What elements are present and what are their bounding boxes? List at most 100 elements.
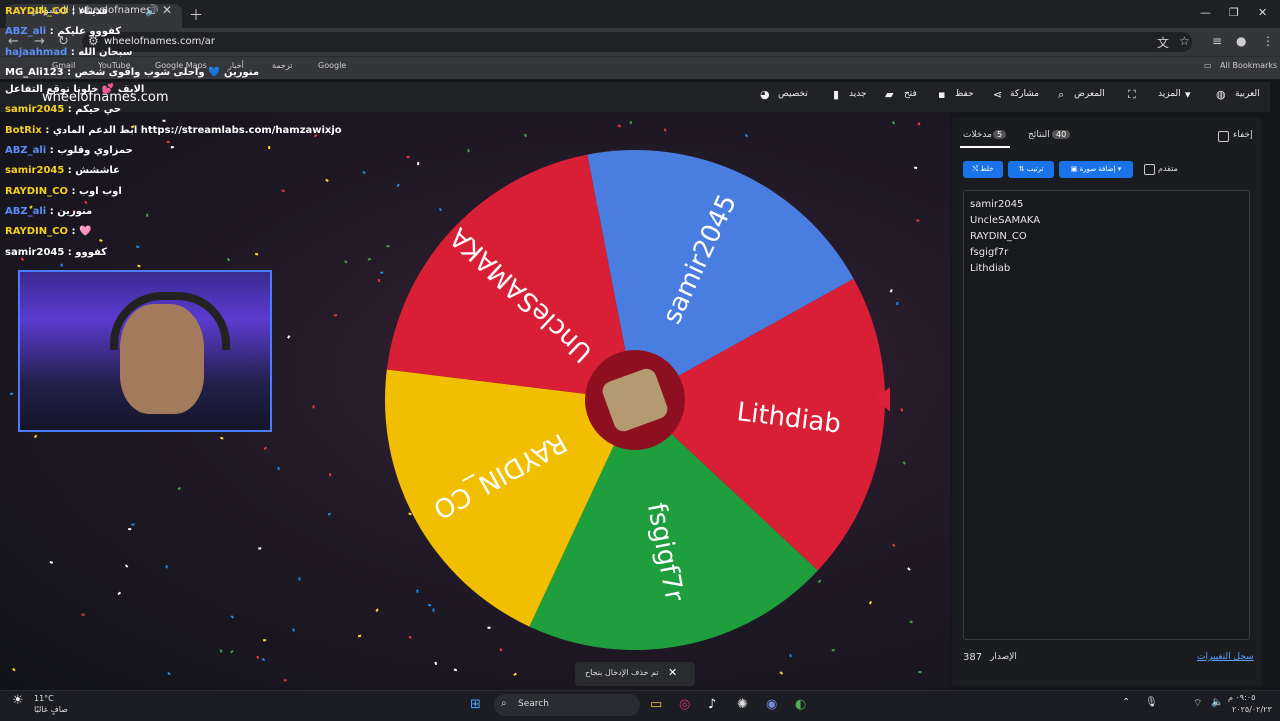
- confetti-piece: [167, 671, 171, 676]
- tab-entries[interactable]: مدخلات: [963, 130, 992, 140]
- chat-text: 🩷: [78, 226, 92, 237]
- sort-button[interactable]: ⇅ ترتيب: [1008, 161, 1054, 178]
- chat-text: سبحان الله: [78, 47, 133, 58]
- confetti-piece: [177, 486, 181, 491]
- microphone-icon[interactable]: 🎙: [1145, 697, 1158, 708]
- chat-text: الايف 💕 خلونا نوقع التفاعل: [5, 84, 145, 95]
- shuffle-button[interactable]: ⤭ خلط: [963, 161, 1003, 178]
- confetti-piece: [283, 679, 287, 682]
- chat-username[interactable]: hajaahmad: [5, 47, 67, 58]
- windows-start-icon[interactable]: ⊞: [470, 697, 481, 712]
- chat-username[interactable]: ABZ_ali: [5, 26, 46, 37]
- chat-separator: :: [67, 47, 79, 58]
- confetti-piece: [298, 577, 301, 581]
- confetti-piece: [917, 122, 921, 126]
- chat-text: قديناء: [78, 6, 108, 17]
- tiktok-icon[interactable]: ♪: [708, 697, 716, 712]
- chat-separator: :: [64, 165, 76, 176]
- chat-username[interactable]: ABZ_ali: [5, 206, 46, 217]
- chat-separator: :: [46, 145, 58, 156]
- headset-icon: [110, 292, 230, 350]
- search-label: Search: [518, 699, 549, 709]
- entry-line[interactable]: Lithdiab: [970, 263, 1010, 274]
- sort-label: ترتيب: [1026, 165, 1044, 173]
- chat-message: BotRix : ابط الدعم المادي https://stream…: [5, 125, 342, 136]
- chat-message: ABZ_ali : منورين: [5, 206, 92, 217]
- wheel[interactable]: samir2045Lithdiabfsgigf7rRAYDIN_COUncleS…: [380, 145, 890, 655]
- tray-chevron-icon[interactable]: ⌃: [1122, 697, 1130, 708]
- clock-time[interactable]: ٠٩:٠٥ م: [1228, 693, 1255, 702]
- confetti-piece: [617, 124, 622, 128]
- entry-line[interactable]: samir2045: [970, 199, 1023, 210]
- confetti-piece: [166, 140, 170, 144]
- chat-username[interactable]: RAYDIN_CO: [5, 226, 68, 237]
- volume-icon[interactable]: 🔈: [1211, 697, 1223, 708]
- chat-username[interactable]: samir2045: [5, 247, 64, 258]
- confetti-piece: [170, 146, 174, 149]
- chat-username[interactable]: ABZ_ali: [5, 145, 46, 156]
- confetti-piece: [328, 473, 332, 477]
- confetti-piece: [81, 613, 85, 616]
- clock-date[interactable]: ٢٠٢٥/٠٢/٢٣: [1232, 705, 1272, 714]
- chat-message: samir2045 : كفووو: [5, 247, 107, 258]
- entry-line[interactable]: RAYDIN_CO: [970, 231, 1027, 242]
- changelog-link[interactable]: سجل التغييرات: [1197, 652, 1254, 662]
- version-number: 387: [963, 652, 983, 663]
- confetti-piece: [325, 178, 329, 182]
- tab-results[interactable]: النتائج: [1028, 130, 1050, 140]
- weather-icon[interactable]: ☀: [12, 693, 24, 708]
- close-toast-icon[interactable]: ✕: [668, 666, 677, 679]
- confetti-piece: [453, 668, 458, 672]
- chat-separator: :: [46, 26, 58, 37]
- discord-icon[interactable]: ◉: [766, 697, 777, 712]
- confetti-piece: [896, 301, 899, 306]
- chat-text: حي حيكم: [75, 104, 122, 115]
- confetti-piece: [49, 561, 54, 564]
- instagram-icon[interactable]: ◎: [679, 697, 690, 712]
- confetti-piece: [344, 260, 348, 264]
- wifi-icon[interactable]: ⌔: [1193, 697, 1202, 710]
- confetti-piece: [33, 434, 38, 439]
- chat-username[interactable]: RAYDIN_CO: [5, 6, 68, 17]
- confetti-piece: [220, 436, 224, 440]
- taskbar: [0, 690, 1280, 721]
- toast-message: تم حذف الإدخال بنجاح: [585, 668, 659, 677]
- chat-text: عاششش: [75, 165, 121, 176]
- weather-desc: صافٍ غالبًا: [34, 705, 68, 714]
- chat-username[interactable]: MG_Ali123: [5, 67, 64, 78]
- entry-line[interactable]: UncleSAMAKA: [970, 215, 1040, 226]
- taskbar-search[interactable]: [494, 694, 640, 716]
- confetti-piece: [333, 314, 338, 317]
- confetti-piece: [117, 591, 122, 596]
- confetti-piece: [362, 170, 366, 175]
- chat-message: RAYDIN_CO : 🩷: [5, 226, 91, 237]
- confetti-piece: [744, 133, 749, 138]
- confetti-piece: [891, 121, 896, 125]
- confetti-piece: [367, 257, 371, 261]
- confetti-piece: [128, 528, 132, 531]
- confetti-piece: [434, 661, 438, 666]
- confetti-piece: [918, 670, 922, 674]
- entry-line[interactable]: fsgigf7r: [970, 247, 1008, 258]
- chat-username[interactable]: samir2045: [5, 104, 64, 115]
- confetti-piece: [779, 671, 784, 675]
- chat-message: samir2045 : حي حيكم: [5, 104, 121, 115]
- chat-separator: :: [41, 125, 53, 136]
- chat-separator: :: [63, 67, 75, 78]
- chat-message: RAYDIN_CO : اوب اوب: [5, 186, 122, 197]
- chatgpt-icon[interactable]: ✺: [737, 697, 748, 712]
- add-image-button[interactable]: ▣ إضافة صورة ▾: [1059, 161, 1133, 178]
- file-explorer-icon[interactable]: ▭: [650, 697, 662, 712]
- chat-username[interactable]: RAYDIN_CO: [5, 186, 68, 197]
- confetti-piece: [258, 547, 262, 550]
- confetti-piece: [263, 639, 267, 642]
- confetti-piece: [261, 657, 266, 662]
- confetti-piece: [357, 634, 362, 638]
- confetti-piece: [10, 392, 14, 395]
- advanced-checkbox[interactable]: [1144, 164, 1155, 175]
- chat-username[interactable]: samir2045: [5, 165, 64, 176]
- chat-username[interactable]: BotRix: [5, 125, 42, 136]
- confetti-piece: [281, 189, 286, 193]
- chrome-icon[interactable]: ◐: [795, 697, 806, 712]
- hide-checkbox[interactable]: [1218, 131, 1229, 142]
